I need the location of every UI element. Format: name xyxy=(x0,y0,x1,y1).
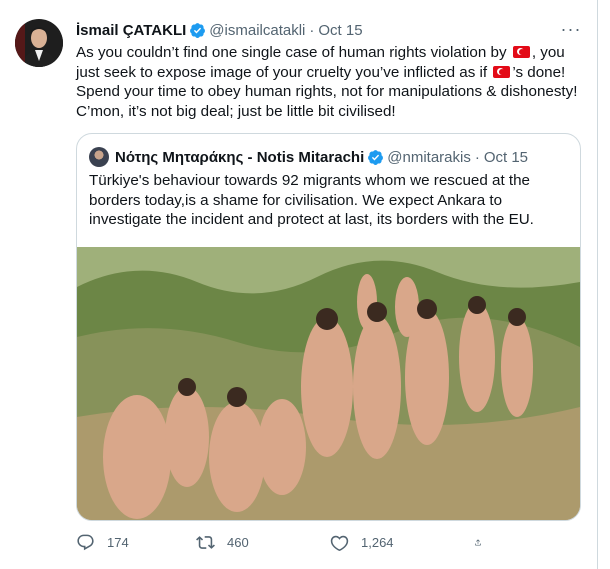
quoted-tweet[interactable]: Νότης Μηταράκης - Notis Mitarachi @nmita… xyxy=(76,133,581,521)
quoted-tweet-header: Νότης Μηταράκης - Notis Mitarachi @nmita… xyxy=(89,147,528,167)
retweet-count: 460 xyxy=(227,534,249,550)
author-avatar[interactable] xyxy=(15,19,63,67)
separator-dot: · xyxy=(474,148,480,166)
quoted-author-handle: @nmitarakis xyxy=(387,148,471,166)
share-icon xyxy=(475,538,481,545)
reply-count: 174 xyxy=(107,534,129,550)
retweet-icon xyxy=(196,535,215,549)
turkey-flag-icon xyxy=(493,65,511,78)
tweet-text-part1: As you couldn’t find one single case of … xyxy=(76,44,507,61)
like-icon xyxy=(330,535,349,551)
reply-icon xyxy=(77,534,94,550)
quoted-tweet-photo[interactable] xyxy=(77,247,580,520)
like-button[interactable]: 1,264 xyxy=(330,533,470,552)
author-handle[interactable]: @ismailcatakli xyxy=(209,22,305,39)
tweet-text: As you couldn’t find one single case of … xyxy=(76,43,584,121)
tweet-date[interactable]: Oct 15 xyxy=(318,22,362,39)
verified-badge-icon xyxy=(190,22,206,38)
quoted-author-avatar xyxy=(89,147,109,167)
reply-button[interactable]: 174 xyxy=(76,533,186,552)
tweet-header: İsmail ÇATAKLI @ismailcatakli · Oct 15 xyxy=(76,19,363,41)
more-icon[interactable]: ··· xyxy=(560,18,582,40)
like-count: 1,264 xyxy=(361,534,394,550)
verified-badge-icon xyxy=(368,149,384,165)
separator-dot: · xyxy=(309,21,315,39)
tweet-actions: 174 460 1,264 xyxy=(76,531,506,553)
author-name[interactable]: İsmail ÇATAKLI xyxy=(76,22,186,39)
turkey-flag-icon xyxy=(512,46,530,58)
quoted-tweet-text: Türkiye's behaviour towards 92 migrants … xyxy=(89,172,534,228)
share-button[interactable] xyxy=(474,533,494,552)
retweet-button[interactable]: 460 xyxy=(196,533,316,552)
tweet-card[interactable]: İsmail ÇATAKLI @ismailcatakli · Oct 15 ·… xyxy=(0,0,598,569)
quoted-author-name: Νότης Μηταράκης - Notis Mitarachi xyxy=(115,148,365,166)
quoted-date: Oct 15 xyxy=(483,148,529,166)
